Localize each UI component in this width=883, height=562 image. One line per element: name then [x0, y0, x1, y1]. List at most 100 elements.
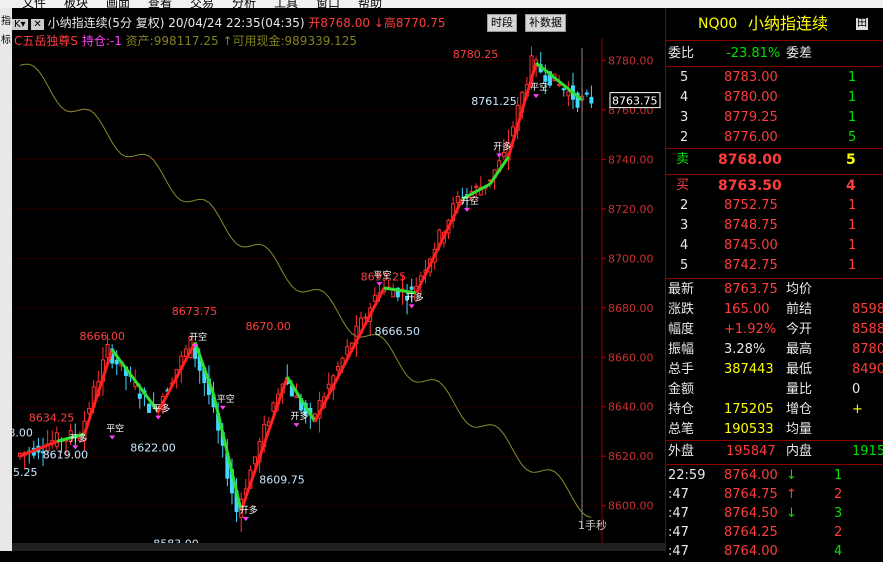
fill-data-button[interactable]: 补数据: [525, 14, 566, 32]
y-tick-label: 8660.00: [608, 351, 654, 364]
tick-time: :47: [668, 525, 689, 540]
stat-row[interactable]: 持仓 175205 增仓 +: [666, 400, 883, 420]
buy1-row[interactable]: 买 8763.50 4: [666, 176, 883, 196]
ask-row[interactable]: 5 8783.00 1: [666, 68, 883, 88]
chart-datetime: 20/04/24 22:35(04:35): [168, 16, 305, 30]
bid-row[interactable]: 4 8745.00 1: [666, 236, 883, 256]
tick-row[interactable]: 22:59 8764.00 ↓ 1: [666, 466, 883, 486]
trend-segment: [110, 348, 160, 413]
candle-body: [455, 195, 460, 204]
stat-row[interactable]: 最新 8763.75 均价: [666, 280, 883, 300]
price-label: 8780.25: [453, 48, 499, 61]
candle-body: [391, 289, 396, 298]
inner-value: 1915: [852, 444, 883, 459]
trend-segment: [239, 376, 289, 512]
tick-volume: 1: [834, 468, 843, 483]
outer-value: 195847: [726, 444, 776, 459]
stat-label: 涨跌: [668, 302, 695, 317]
ask-price: 8783.00: [724, 70, 778, 85]
stat-row[interactable]: 振幅 3.28% 最高 8780: [666, 340, 883, 360]
chart-area[interactable]: 8780.00 8760.00 8740.00 8720.00 8700.00 8680.…: [0, 8, 665, 558]
trend-segment: [212, 394, 243, 511]
menu-item[interactable]: 画面: [106, 0, 130, 8]
assets-text: 资产:998117.25: [125, 34, 219, 48]
menu-item[interactable]: 分析: [232, 0, 256, 8]
candle-body: [253, 456, 258, 465]
menu-item[interactable]: 交易: [190, 0, 214, 8]
price-label: 8666.50: [374, 325, 420, 338]
stat-row[interactable]: 涨跌 165.00 前结 8598: [666, 300, 883, 320]
y-tick-label: 8680.00: [608, 302, 654, 315]
ask-volume: 5: [848, 130, 857, 145]
trend-segment: [535, 61, 584, 102]
menu-item[interactable]: 工具: [274, 0, 298, 8]
menu-item[interactable]: 窗口: [316, 0, 340, 8]
candle-body: [345, 346, 350, 355]
stat-row[interactable]: 幅度 +1.92% 今开 8588: [666, 320, 883, 340]
stat-value-2: 8780: [852, 342, 883, 357]
bid-row[interactable]: 5 8742.75 1: [666, 256, 883, 276]
menu-item[interactable]: 板块: [64, 0, 88, 8]
tick-row[interactable]: :47 8764.50 ↓ 3: [666, 504, 883, 524]
signal-marker: [408, 304, 415, 309]
tick-row[interactable]: :47 8764.00 4: [666, 542, 883, 562]
ask-volume: 1: [848, 90, 857, 105]
candle-body: [105, 343, 110, 359]
period-button[interactable]: 时段: [487, 14, 517, 32]
menu-bar: 文件 板块 画面 查看 交易 分析 工具 窗口 帮助: [0, 0, 883, 8]
menu-item[interactable]: 查看: [148, 0, 172, 8]
signal-label: 平空: [217, 393, 235, 405]
stat-label: 金额: [668, 382, 695, 397]
y-tick-label: 8640.00: [608, 401, 654, 414]
bid-row[interactable]: 3 8748.75 1: [666, 216, 883, 236]
signal-label: 开多: [240, 504, 258, 516]
chart-menu-icon[interactable]: K▾: [12, 19, 28, 30]
ask-row[interactable]: 2 8776.00 5: [666, 128, 883, 148]
signal-label: 开多: [406, 291, 424, 303]
tick-arrow: ↓: [786, 506, 797, 521]
menu-item[interactable]: 帮助: [358, 0, 382, 8]
signal-label: 开空: [189, 331, 207, 343]
bid-level: 4: [680, 238, 689, 253]
stat-row[interactable]: 总笔 190533 均量: [666, 420, 883, 440]
tick-row[interactable]: :47 8764.75 ↑ 2: [666, 485, 883, 505]
tick-volume: 2: [834, 525, 843, 540]
chart-close-icon[interactable]: ✕: [31, 19, 44, 30]
buy-label: 买: [676, 178, 690, 193]
tick-price: 8764.75: [724, 487, 778, 502]
asset-curve-line: [19, 63, 592, 518]
signal-label: 平多: [152, 403, 170, 415]
y-tick-label: 8620.00: [608, 450, 654, 463]
stat-label: 幅度: [668, 322, 695, 337]
menu-item[interactable]: 文件: [22, 0, 46, 8]
candle-body: [114, 359, 119, 365]
bid-row[interactable]: 2 8752.75 1: [666, 196, 883, 216]
ratio-value: -23.81%: [726, 46, 781, 61]
sell1-row[interactable]: 卖 8768.00 5: [666, 150, 883, 170]
ask-level: 3: [680, 110, 689, 125]
ask-row[interactable]: 3 8779.25 1: [666, 108, 883, 128]
signal-label: 开多: [290, 410, 308, 422]
signal-marker: [533, 94, 540, 99]
tick-time: :47: [668, 506, 689, 521]
stat-value: +1.92%: [724, 322, 777, 337]
stat-label-2: 今开: [786, 322, 813, 337]
candle-body: [566, 91, 571, 97]
stat-value: 165.00: [724, 302, 770, 317]
indicator-name: C五岳独尊S: [14, 34, 78, 48]
y-tick-label: 8740.00: [608, 153, 654, 166]
panel-menu-icon[interactable]: 田: [856, 18, 868, 30]
stat-value: 3.28%: [724, 342, 766, 357]
candle-body: [372, 294, 377, 302]
signal-marker: [109, 435, 116, 440]
ratio-row: 委比 -23.81% 委差: [666, 44, 883, 64]
left-strip-label-1: 指: [1, 16, 11, 27]
cash-text: ↑可用现金:989339.125: [222, 34, 358, 48]
signal-label: 开多: [493, 140, 511, 152]
signal-label: 开空: [461, 195, 479, 207]
candlestick-chart[interactable]: 8780.008760.008740.008720.008700.008680.…: [0, 8, 665, 558]
ask-row[interactable]: 4 8780.00 1: [666, 88, 883, 108]
tick-row[interactable]: :47 8764.25 2: [666, 523, 883, 543]
stat-row[interactable]: 总手 387443 最低 8490: [666, 360, 883, 380]
stat-row[interactable]: 金额 量比 0: [666, 380, 883, 400]
